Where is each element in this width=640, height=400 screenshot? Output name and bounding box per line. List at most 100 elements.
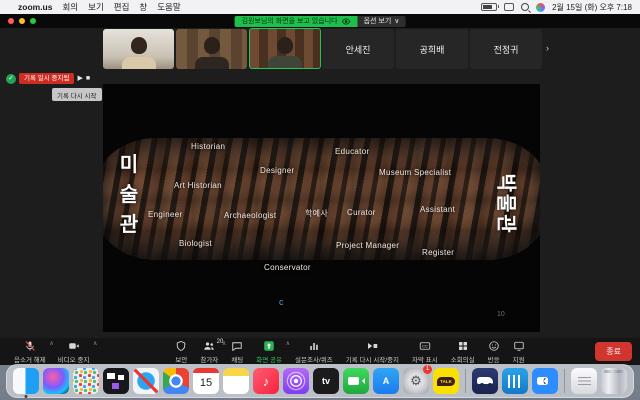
- encryption-shield-icon[interactable]: ✓: [6, 74, 16, 84]
- end-meeting-button[interactable]: 종료: [595, 342, 632, 361]
- dock-downloads-icon[interactable]: [571, 368, 597, 394]
- dock-safari-icon[interactable]: [133, 368, 159, 394]
- dock-music-icon[interactable]: ♪: [253, 368, 279, 394]
- dock-trash-icon[interactable]: [601, 368, 627, 394]
- toolbar-item-video[interactable]: ∧비디오 중지: [52, 338, 96, 365]
- dock-finder-icon[interactable]: [13, 368, 39, 394]
- dock: 15 ♪ tv A ⚙1 TALK: [6, 364, 634, 398]
- dock-kakaotalk-icon[interactable]: TALK: [433, 368, 459, 394]
- menu-item[interactable]: 창: [139, 1, 147, 13]
- participant-silhouette: [277, 37, 293, 54]
- toolbar-item-label: 음소거 해제: [14, 354, 46, 364]
- toolbar-item-poll[interactable]: 설문조사/퀴즈: [289, 338, 339, 365]
- menu-item[interactable]: 회의: [62, 1, 78, 13]
- stop-recording-button[interactable]: ■: [86, 73, 90, 84]
- toolbar-item-mic-off[interactable]: ∧음소거 해제: [8, 338, 52, 365]
- dock-chrome-icon[interactable]: [163, 368, 189, 394]
- close-window-button[interactable]: [8, 18, 14, 24]
- slide-vertical-title-right: 박물관: [494, 174, 523, 236]
- app-menu-title[interactable]: zoom.us: [18, 2, 52, 12]
- toolbar-item-label: 비디오 중지: [58, 354, 90, 364]
- dock-podcasts-icon[interactable]: [283, 368, 309, 394]
- slide-word: 학예사: [305, 208, 328, 219]
- dock-launchpad-icon[interactable]: [73, 368, 99, 394]
- dock-glyph: 15: [200, 377, 212, 389]
- dock-mission-control-icon[interactable]: [103, 368, 129, 394]
- slide-word: Designer: [260, 166, 294, 175]
- participant-video-1[interactable]: [103, 29, 174, 69]
- shield-icon: [175, 340, 187, 352]
- control-center-icon[interactable]: [504, 3, 514, 11]
- dock-glyph: TALK: [437, 377, 455, 386]
- dock-zoom-icon[interactable]: [532, 368, 558, 394]
- dock-facetime-icon[interactable]: [343, 368, 369, 394]
- toolbar-item-shield[interactable]: 보안: [169, 338, 193, 365]
- participant-name-tile[interactable]: 전정귀: [470, 29, 542, 69]
- participant-silhouette: [204, 37, 220, 54]
- toolbar-item-reaction[interactable]: 반응: [482, 338, 506, 365]
- slide-word: Educator: [335, 147, 369, 156]
- view-options-button[interactable]: 옵션 보기 ∨: [358, 16, 406, 27]
- toolbar-item-support[interactable]: 지원: [507, 338, 531, 365]
- battery-icon[interactable]: [481, 3, 497, 11]
- dock-car-app-icon[interactable]: [472, 368, 498, 394]
- dock-glyph: ♪: [263, 374, 270, 389]
- slide-word: Register: [422, 248, 454, 257]
- menu-item[interactable]: 보기: [88, 1, 104, 13]
- slide-word: Museum Specialist: [379, 168, 451, 177]
- shared-screen-slide: 미술관 박물관 c 10 HistorianDesignerEducatorAr…: [103, 84, 540, 332]
- rope-image: [103, 138, 540, 260]
- toolbar-item-share[interactable]: ∧화면 공유: [250, 338, 288, 365]
- dock-calendar-icon[interactable]: 15: [193, 368, 219, 394]
- dock-notes-icon[interactable]: [223, 368, 249, 394]
- next-participants-chevron-icon[interactable]: ›: [546, 43, 549, 53]
- toolbar-item-label: 소회의실: [451, 354, 475, 364]
- toolbar-item-label: 화면 공유: [256, 354, 282, 364]
- participant-name-tile[interactable]: 안세진: [322, 29, 394, 69]
- zoom-window: 김원보님의 화면을 보고 있습니다 옵션 보기 ∨ 안세진공희배전정귀 › ✓ …: [0, 14, 640, 365]
- fullscreen-window-button[interactable]: [30, 18, 36, 24]
- slide-page-number: 10: [497, 311, 505, 318]
- toolbar-item-label: 지원: [513, 354, 525, 364]
- share-icon: [263, 340, 275, 352]
- toolbar-item-participants[interactable]: 20∧참가자: [194, 338, 224, 365]
- slide-word: Historian: [191, 142, 225, 151]
- toolbar-item-cc[interactable]: CC자막 표시: [406, 338, 444, 365]
- spotlight-icon[interactable]: [521, 3, 529, 11]
- siri-icon[interactable]: [536, 3, 545, 12]
- toolbar-item-record[interactable]: 기록 다시 시작/중지: [340, 338, 405, 365]
- dock-siri-icon[interactable]: [43, 368, 69, 394]
- minimize-window-button[interactable]: [19, 18, 25, 24]
- dock-divider: [564, 369, 565, 393]
- participant-video-2[interactable]: [176, 29, 247, 69]
- dock-glyph: ⚙: [410, 373, 422, 389]
- slide-word: Assistant: [420, 205, 455, 214]
- dock-settings-icon[interactable]: ⚙1: [403, 368, 429, 394]
- menu-item[interactable]: 편집: [114, 1, 130, 13]
- slide-word: Biologist: [179, 239, 212, 248]
- dock-app-store-icon[interactable]: A: [373, 368, 399, 394]
- slide-word: Project Manager: [336, 241, 399, 250]
- mic-off-icon: [24, 340, 36, 352]
- toolbar-item-breakout[interactable]: 소회의실: [445, 338, 481, 365]
- dock-transit-app-icon[interactable]: [502, 368, 528, 394]
- menu-items: 회의 보기 편집 창 도움말: [62, 1, 180, 13]
- resume-recording-button[interactable]: ▶: [77, 73, 82, 84]
- participant-strip: 안세진공희배전정귀 ›: [0, 28, 640, 70]
- participants-icon: [203, 340, 215, 352]
- reaction-icon: [488, 340, 500, 352]
- toolbar-item-label: 설문조사/퀴즈: [295, 354, 333, 364]
- participant-silhouette-body: [122, 57, 156, 69]
- participant-name-tile[interactable]: 공희배: [396, 29, 468, 69]
- menu-bar-clock[interactable]: 2월 15일 (화) 오후 7:18: [552, 2, 632, 13]
- chevron-up-icon[interactable]: ∧: [93, 340, 97, 347]
- participant-video-3-active-speaker[interactable]: [249, 28, 321, 69]
- dock-glyph: A: [383, 376, 390, 386]
- slide-vertical-title-left: 미술관: [117, 150, 141, 240]
- menu-item[interactable]: 도움말: [157, 1, 180, 13]
- toolbar-item-chat[interactable]: 채팅: [225, 338, 249, 365]
- slide-word: Curator: [347, 208, 376, 217]
- dock-apple-tv-icon[interactable]: tv: [313, 368, 339, 394]
- video-icon: [68, 340, 80, 352]
- slide-word: Conservator: [264, 263, 311, 272]
